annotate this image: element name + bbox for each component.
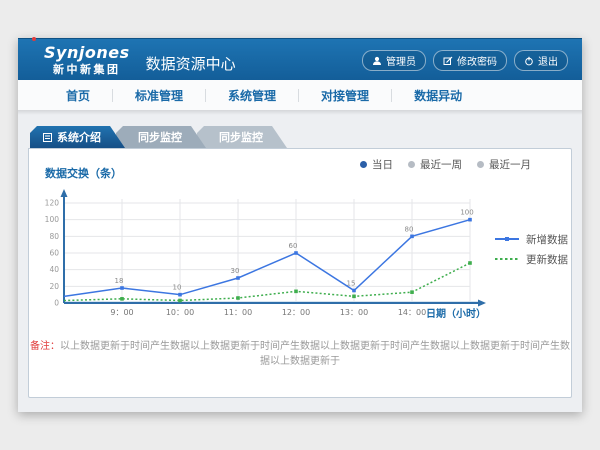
y-axis-arrow-icon [61,189,68,197]
user-button-管理员[interactable]: 管理员 [362,50,426,71]
user-button-label: 修改密码 [457,53,497,68]
tab-label: 同步监控 [219,129,263,145]
x-tick-label: 11：00 [224,308,252,317]
radio-icon [408,161,415,168]
data-point-label: 80 [405,225,414,233]
data-point [468,261,472,265]
y-tick-label: 0 [54,299,59,308]
user-button-退出[interactable]: 退出 [514,50,568,71]
data-point [120,297,124,301]
data-point-label: 30 [231,267,240,275]
nav-item-1[interactable]: 标准管理 [113,87,205,104]
footnote-prefix: 备注： [30,341,60,352]
range-option-最近一月[interactable]: 最近一月 [477,157,531,172]
range-filter: 当日 最近一周 最近一月 [360,157,531,172]
y-tick-label: 80 [49,232,59,241]
page-title: 数据资源中心 [146,53,236,74]
x-tick-label: 13：00 [340,308,368,317]
range-option-label: 当日 [372,157,393,172]
x-axis-arrow-icon [478,300,486,307]
data-point [410,290,414,294]
data-point [352,289,356,293]
radio-selected-icon [360,161,367,168]
tab-同步监控-2[interactable]: 同步监控 [197,126,287,148]
tab-doc-icon [43,133,52,142]
chart-panel: 当日 最近一周 最近一月 数据交换（条） 0 20 40 60 80 100 120 9：00 10… [28,148,572,398]
footnote: 备注：以上数据更新于时间产生数据以上数据更新于时间产生数据以上数据更新于时间产生… [29,337,571,367]
line-chart: 0 20 40 60 80 100 120 9：00 10：00 11：00 12：00 13：00 1… [31,185,531,327]
x-tick-label: 10：00 [166,308,194,317]
range-option-当日[interactable]: 当日 [360,157,393,172]
x-tick-label: 12：00 [282,308,310,317]
y-axis-title: 数据交换（条） [45,165,122,181]
y-tick-label: 120 [45,199,60,208]
app-header: Synjones 新中新集团 数据资源中心 管理员 修改密码 退出 [18,38,582,80]
nav-item-4[interactable]: 数据异动 [392,87,484,104]
power-icon [524,56,534,66]
x-tick-label: 9：00 [110,308,133,317]
main-nav: 首页标准管理系统管理对接管理数据异动 [18,80,582,111]
y-tick-label: 40 [49,265,59,274]
data-point [410,235,414,239]
y-tick-label: 20 [49,282,59,291]
legend-item-更新数据[interactable]: 更新数据 [494,249,568,269]
user-area: 管理员 修改密码 退出 [362,50,568,71]
tab-bar: 系统介绍 同步监控 同步监控 [30,126,287,148]
edit-icon [443,56,453,66]
logo-text: Synjones [44,45,130,61]
x-axis-title: 日期（小时） [426,307,486,320]
data-point-label: 100 [460,209,473,217]
data-point [236,296,240,300]
logo-subtext: 新中新集团 [44,64,130,75]
chart-legend: 新增数据更新数据 [494,229,568,269]
user-button-label: 管理员 [386,53,416,68]
nav-item-3[interactable]: 对接管理 [299,87,391,104]
legend-label: 更新数据 [526,252,568,267]
app-window: Synjones 新中新集团 数据资源中心 管理员修改密码退出 首页标准管理系统… [18,38,582,412]
range-option-label: 最近一月 [489,157,531,172]
data-point-label: 10 [173,284,182,292]
data-point [294,290,298,294]
radio-icon [477,161,484,168]
data-point-label: 18 [115,277,124,285]
tab-label: 系统介绍 [57,129,101,145]
nav-item-2[interactable]: 系统管理 [206,87,298,104]
user-icon [372,56,382,66]
range-option-最近一周[interactable]: 最近一周 [408,157,462,172]
data-point [352,295,356,299]
x-tick-label: 14：00 [398,308,426,317]
legend-solid-line-icon [494,235,520,243]
legend-label: 新增数据 [526,232,568,247]
tab-label: 同步监控 [138,129,182,145]
nav-shadow [18,110,582,115]
y-tick-label: 60 [49,249,59,258]
data-point [178,293,182,297]
user-button-label: 退出 [538,53,558,68]
data-point [178,299,182,303]
logo: Synjones 新中新集团 [44,45,130,75]
data-point [294,251,298,255]
range-option-label: 最近一周 [420,157,462,172]
tab-同步监控-1[interactable]: 同步监控 [116,126,206,148]
data-point [236,276,240,280]
legend-item-新增数据[interactable]: 新增数据 [494,229,568,249]
data-point [468,218,472,222]
tab-系统介绍-0[interactable]: 系统介绍 [30,126,125,148]
nav-item-0[interactable]: 首页 [44,87,112,104]
data-point [120,286,124,290]
footnote-text: 以上数据更新于时间产生数据以上数据更新于时间产生数据以上数据更新于时间产生数据以… [60,341,570,367]
legend-dashed-line-icon [494,255,520,263]
logo-dot-icon [32,37,36,41]
series-line-更新数据 [64,263,470,301]
y-tick-label: 100 [45,215,60,224]
data-point-label: 60 [289,242,298,250]
content-area: 系统介绍 同步监控 同步监控 当日 最近一周 最近一月 数据交换（条） 0 20 40 60 8… [18,110,582,412]
user-button-修改密码[interactable]: 修改密码 [433,50,507,71]
data-point-label: 15 [347,280,356,288]
